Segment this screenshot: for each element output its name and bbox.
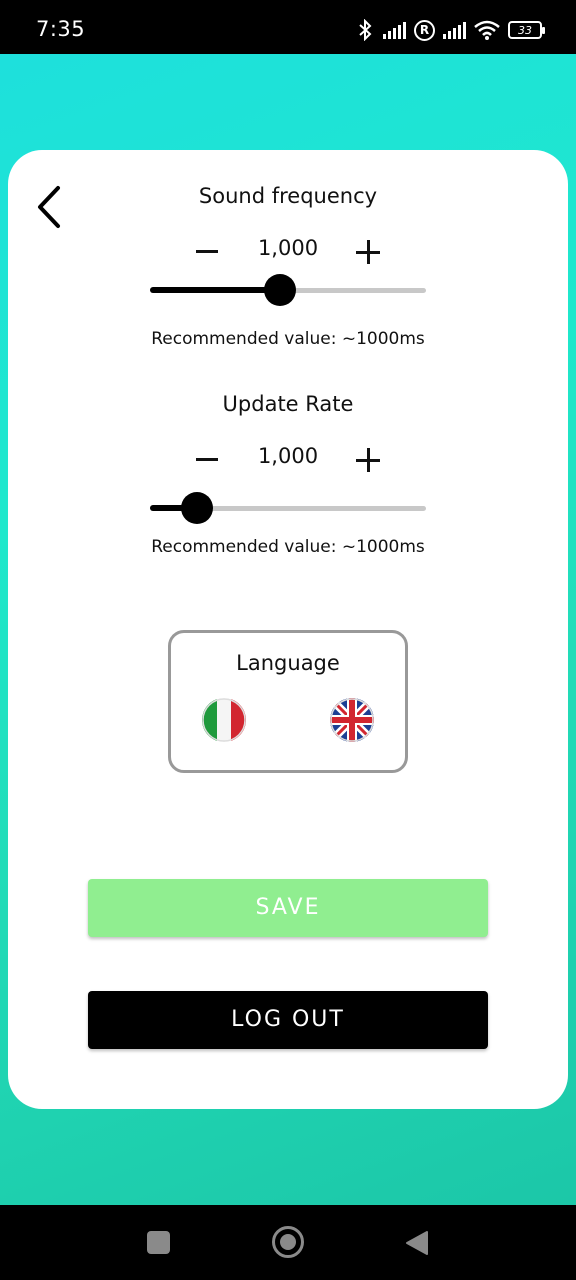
signal-icon (443, 21, 466, 39)
sound-frequency-increment-button[interactable] (356, 240, 380, 264)
home-icon[interactable] (272, 1226, 304, 1258)
slider-thumb[interactable] (181, 492, 213, 524)
sound-frequency-hint: Recommended value: ~1000ms (151, 329, 425, 349)
back-triangle-icon[interactable] (405, 1230, 429, 1256)
update-rate-hint: Recommended value: ~1000ms (151, 537, 425, 557)
save-button[interactable]: SAVE (88, 879, 488, 937)
slider-thumb[interactable] (264, 274, 296, 306)
update-rate-increment-button[interactable] (356, 448, 380, 472)
sound-frequency-title: Sound frequency (198, 184, 378, 208)
sound-frequency-slider[interactable] (150, 274, 426, 306)
italian-flag-icon[interactable] (202, 698, 246, 742)
slider-fill (150, 287, 280, 293)
wifi-icon (474, 20, 500, 40)
registered-icon: R (414, 19, 435, 41)
battery-icon: 33 (508, 21, 545, 39)
system-nav-bar (0, 1205, 576, 1280)
status-bar: 7:35 R 33 (0, 0, 576, 54)
signal-icon (383, 21, 406, 39)
language-title: Language (236, 651, 340, 675)
recent-apps-icon[interactable] (147, 1231, 170, 1254)
language-selector: Language (168, 630, 408, 773)
update-rate-slider[interactable] (150, 492, 426, 524)
status-icons: R 33 (355, 18, 545, 42)
status-time: 7:35 (36, 17, 86, 41)
bluetooth-icon (359, 19, 372, 41)
sound-frequency-stepper: 1,000 (188, 232, 388, 272)
settings-card: Sound frequency 1,000 Recommended value:… (8, 150, 568, 1109)
logout-button[interactable]: LOG OUT (88, 991, 488, 1049)
update-rate-stepper: 1,000 (188, 440, 388, 480)
app-background: Sound frequency 1,000 Recommended value:… (0, 54, 576, 1205)
uk-flag-icon[interactable] (330, 698, 374, 742)
update-rate-title: Update Rate (222, 392, 354, 416)
